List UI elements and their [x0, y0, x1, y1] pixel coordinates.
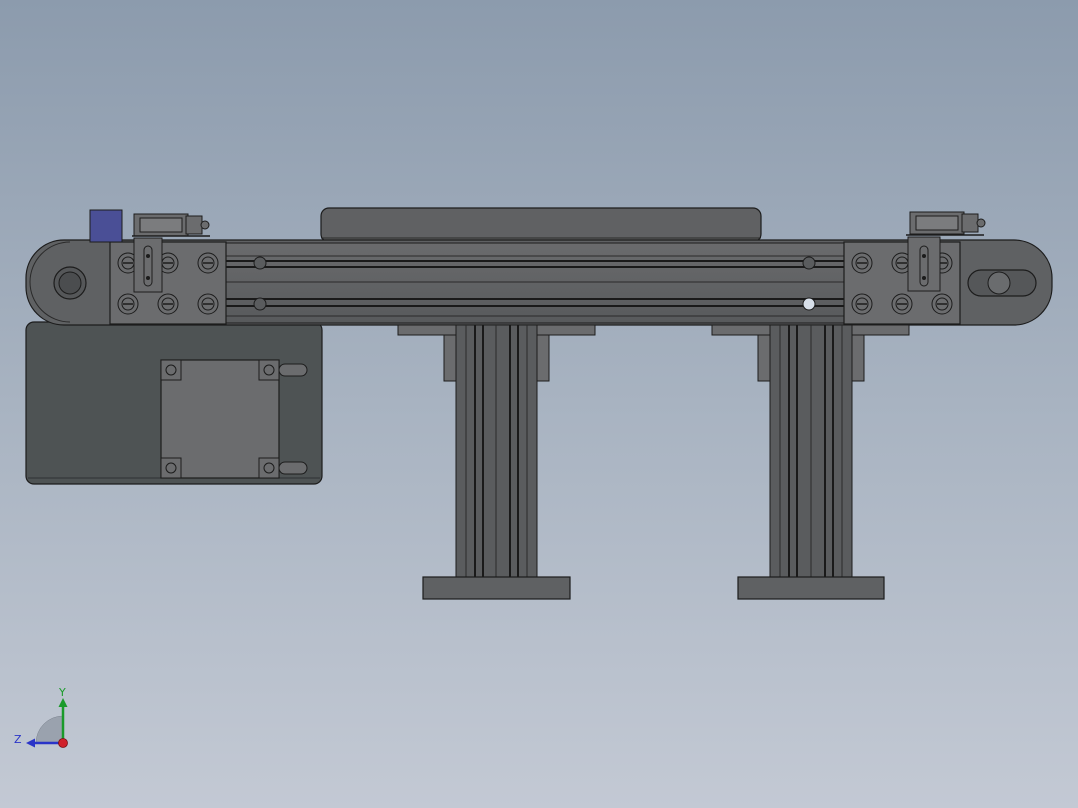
y-axis-label: Y [58, 686, 66, 699]
triad-arc [35, 715, 64, 744]
x-axis-point [58, 738, 68, 748]
extrusion-rail [225, 242, 845, 324]
cad-viewport[interactable] [0, 0, 1078, 808]
support-leg-left [397, 324, 596, 600]
support-leg-right [711, 324, 910, 600]
z-axis-label: Z [14, 733, 22, 746]
top-cover-plate [320, 207, 762, 243]
sensor-block [89, 209, 123, 243]
orientation-triad[interactable]: Y Z [10, 685, 80, 755]
